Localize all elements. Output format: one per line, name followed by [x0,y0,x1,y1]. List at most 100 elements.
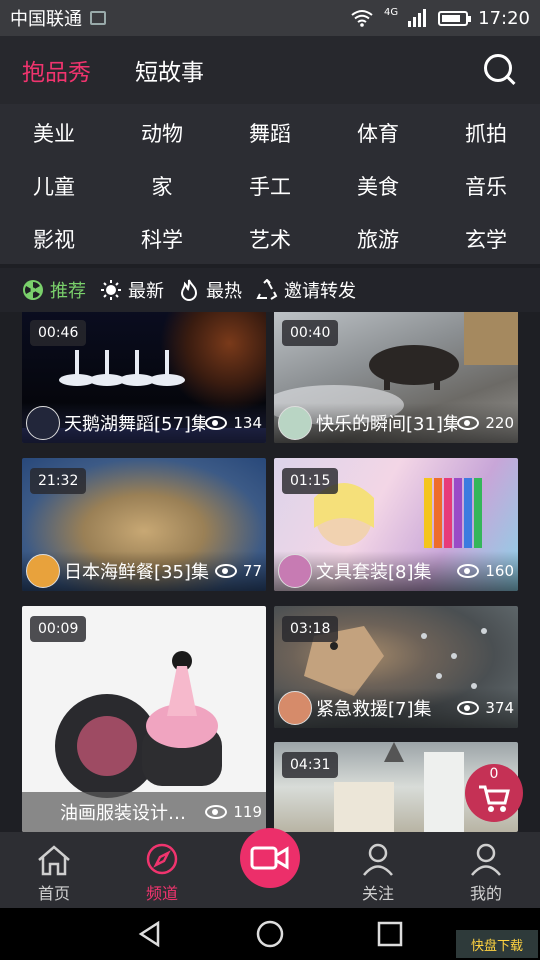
filter-latest[interactable]: 最新 [100,277,164,303]
category-item[interactable]: 舞蹈 [216,106,324,159]
battery-icon [438,10,472,26]
eye-icon [214,564,237,578]
carrier-group: 中国联通 [10,5,106,31]
eye-icon [457,564,480,578]
status-right: 4G 17:20 [350,6,530,29]
filter-label: 最新 [128,281,164,302]
duration-badge: 00:46 [30,320,87,346]
eye-icon [457,701,480,715]
compass-icon [146,843,178,875]
category-item[interactable]: 美业 [0,106,108,159]
eye-icon [205,416,228,430]
video-card[interactable]: 00:46 天鹅湖舞蹈[57]集 134 [22,312,266,443]
filter-invite-share[interactable]: 邀请转发 [256,277,356,303]
category-item[interactable]: 旅游 [324,212,432,265]
nav-label: 我的 [469,884,502,903]
filter-recommend[interactable]: 推荐 [22,277,86,303]
duration-badge: 00:09 [30,616,87,642]
category-item[interactable]: 动物 [108,106,216,159]
video-title: 快乐的瞬间[31]集 [316,414,458,435]
video-card[interactable]: 03:18 紧急救援[7]集 374 [274,606,518,728]
filter-hottest[interactable]: 最热 [178,277,242,303]
sun-icon [101,280,121,300]
nav-label: 首页 [37,884,70,903]
view-count: 134 [233,414,262,432]
card-info: 日本海鲜餐[35]集 77 [22,551,266,591]
tab-short-story[interactable]: 短故事 [135,53,204,87]
nav-label: 关注 [361,884,394,903]
nav-mine[interactable]: 我的 [432,832,540,908]
card-info: 天鹅湖舞蹈[57]集 134 [22,403,266,443]
duration-badge: 21:32 [30,468,87,494]
filter-label: 邀请转发 [284,281,356,302]
duration-badge: 01:15 [282,468,339,494]
tab-baopinxiu[interactable]: 抱品秀 [22,53,91,87]
card-info: 文具套装[8]集 160 [274,551,518,591]
category-item[interactable]: 科学 [108,212,216,265]
category-item[interactable]: 音乐 [432,159,540,212]
view-count: 220 [485,414,514,432]
back-icon[interactable] [136,920,164,948]
home-icon [38,845,70,876]
top-header: 抱品秀 短故事 [0,36,540,104]
cart-icon [479,785,510,812]
user-icon [363,843,393,876]
radiation-icon [23,280,43,300]
card-info: 紧急救援[7]集 374 [274,688,518,728]
video-card[interactable]: 00:09 油画服装设计… 119 [22,606,266,832]
video-card[interactable]: 21:32 日本海鲜餐[35]集 77 [22,458,266,591]
wifi-icon [351,10,373,27]
eye-icon [457,416,480,430]
category-item[interactable]: 美食 [324,159,432,212]
category-item[interactable]: 抓拍 [432,106,540,159]
filter-label: 推荐 [50,281,86,302]
category-item[interactable]: 手工 [216,159,324,212]
record-video-button[interactable] [240,828,300,888]
app-screen: 中国联通 4G 17:20 抱品秀 短故事 美业 动物 舞蹈 体育 抓拍 儿童 … [0,0,540,960]
nav-channel[interactable]: 频道 [108,832,216,908]
cart-count: 0 [489,766,499,782]
avatar [26,406,60,440]
view-count: 119 [233,803,262,821]
clock: 17:20 [478,7,530,29]
carrier-name: 中国联通 [10,9,82,30]
video-card[interactable]: 01:15 文具套装[8]集 160 [274,458,518,591]
signal-icon [408,9,427,27]
avatar [278,554,312,588]
card-info: 快乐的瞬间[31]集 220 [274,403,518,443]
watermark-logo: 快盘下载 [456,930,538,958]
category-grid: 美业 动物 舞蹈 体育 抓拍 儿童 家 手工 美食 音乐 影视 科学 艺术 旅游… [0,104,540,264]
video-title: 文具套装[8]集 [316,562,432,583]
duration-badge: 04:31 [282,752,339,778]
nav-home[interactable]: 首页 [0,832,108,908]
search-icon[interactable] [482,52,518,88]
cart-button[interactable]: 0 [465,764,523,822]
video-feed[interactable]: 00:46 天鹅湖舞蹈[57]集 134 00:40 快乐的瞬间[31]集 22… [0,312,540,832]
view-count: 374 [485,699,514,717]
category-item[interactable]: 体育 [324,106,432,159]
gallery-icon [90,11,106,25]
avatar [278,406,312,440]
view-count: 160 [485,562,514,580]
category-item[interactable]: 儿童 [0,159,108,212]
nav-follow[interactable]: 关注 [324,832,432,908]
nav-label: 频道 [145,884,178,903]
battery-level [442,14,461,22]
recycle-icon [256,279,278,300]
flame-icon [180,279,198,301]
recents-icon[interactable] [376,920,404,948]
home-circle-icon[interactable] [256,920,284,948]
user-icon [471,843,501,876]
category-item[interactable]: 艺术 [216,212,324,265]
category-item[interactable]: 家 [108,159,216,212]
video-title: 紧急救援[7]集 [316,699,432,720]
status-bar: 中国联通 4G 17:20 [0,0,540,36]
video-title: 天鹅湖舞蹈[57]集 [64,414,206,435]
category-item[interactable]: 玄学 [432,212,540,265]
video-card[interactable]: 00:40 快乐的瞬间[31]集 220 [274,312,518,443]
filter-bar: 推荐 最新 最热 邀请转发 [0,268,540,312]
category-item[interactable]: 影视 [0,212,108,265]
network-type: 4G [384,6,399,18]
view-count: 77 [242,562,262,580]
video-title: 日本海鲜餐[35]集 [64,562,209,583]
